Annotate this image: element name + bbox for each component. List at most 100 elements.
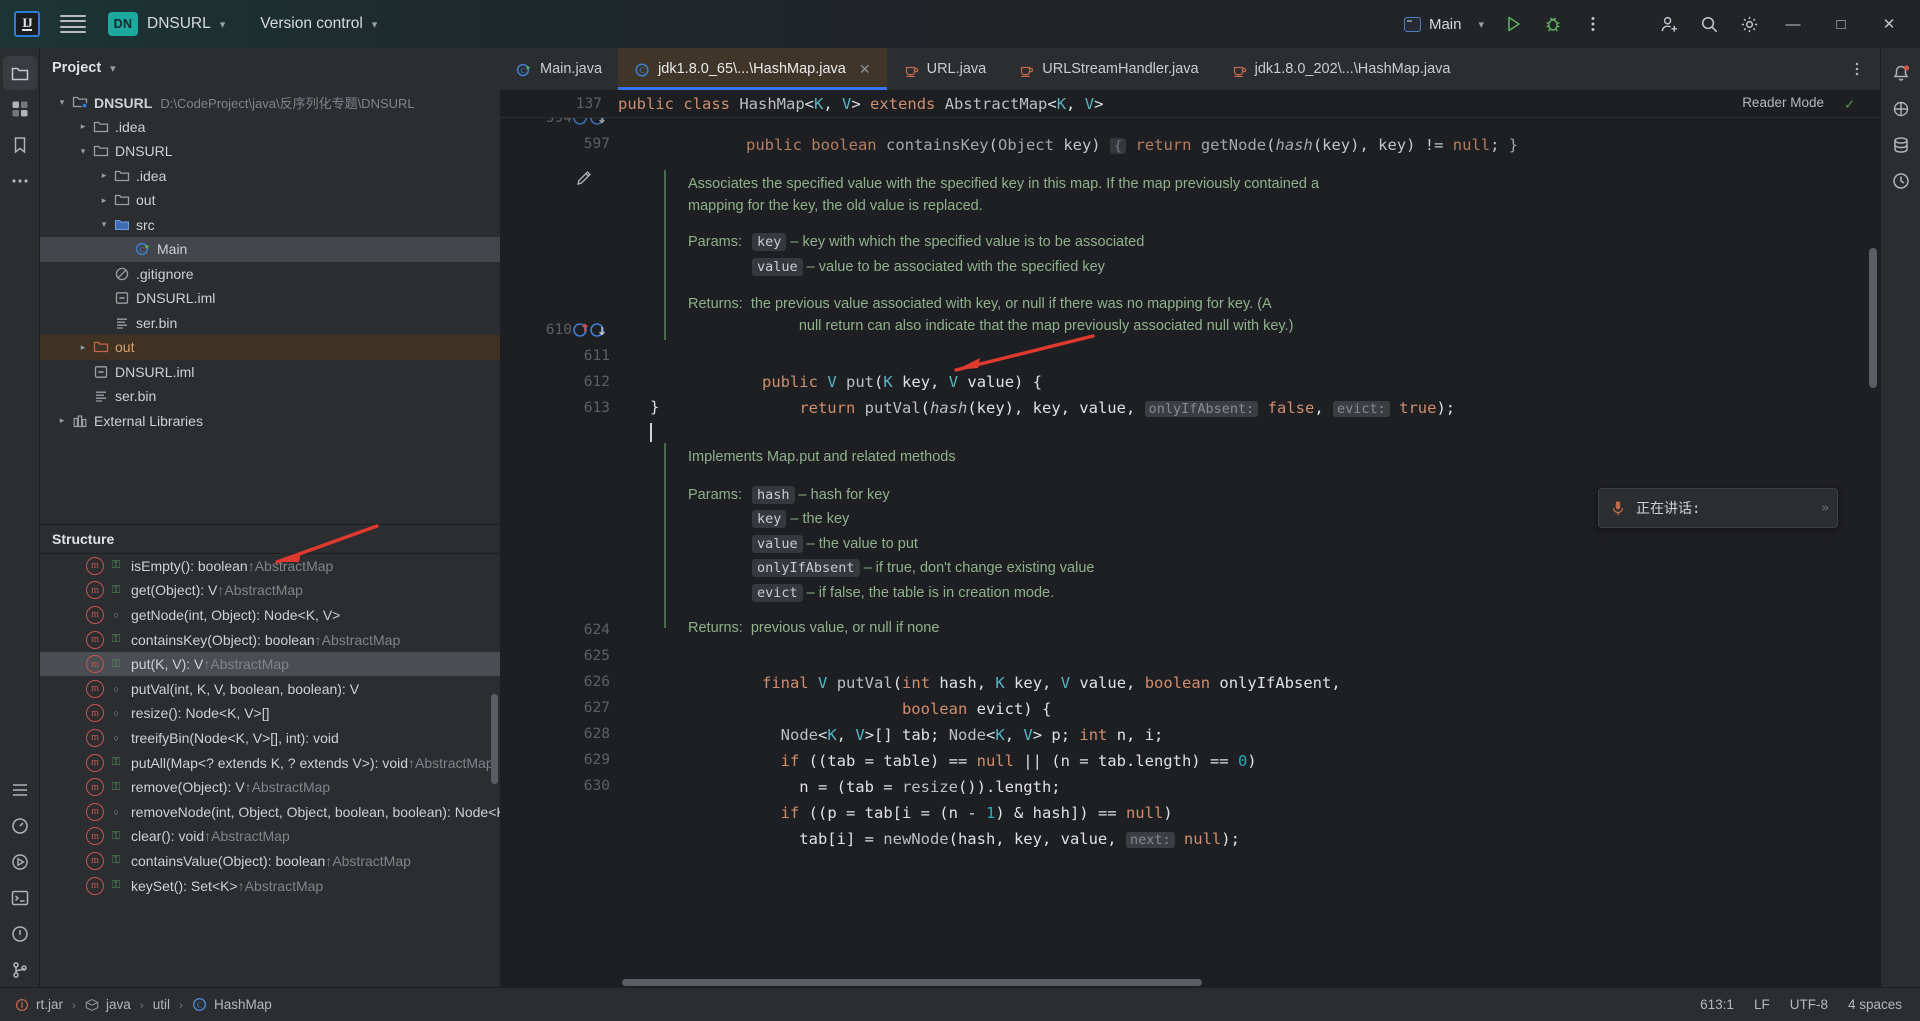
breadcrumb-hashmap[interactable]: C HashMap <box>187 995 277 1014</box>
structure-item[interactable]: m ⚿ keySet(): Set<K> ↑AbstractMap <box>40 873 500 898</box>
breadcrumb-util[interactable]: util <box>148 995 175 1014</box>
history-icon[interactable] <box>1884 164 1918 198</box>
structure-list[interactable]: m ⚿ isEmpty(): boolean ↑AbstractMap m ⚿ get(O… <box>40 554 500 988</box>
project-tree-item-ser-bin[interactable]: ser.bin <box>40 384 500 409</box>
override-implement-gutter-icons[interactable] <box>572 118 612 130</box>
structure-item[interactable]: m ○ putVal(int, K, V, boolean, boolean): V <box>40 676 500 701</box>
more-tools-icon[interactable] <box>3 164 37 198</box>
structure-scrollbar[interactable] <box>491 693 498 784</box>
chevron-right-icon[interactable]: ▸ <box>54 415 70 426</box>
gutter-line-number-627[interactable]: 627 <box>500 695 618 722</box>
project-tree-item--idea[interactable]: ▸ .idea <box>40 164 500 189</box>
project-tree-item-out[interactable]: ▸ out <box>40 188 500 213</box>
code-content[interactable]: public boolean containsKey(Object key) {… <box>618 118 1864 977</box>
structure-item[interactable]: m ○ removeNode(int, Object, Object, boolea… <box>40 799 500 824</box>
debug-button[interactable] <box>1534 5 1572 43</box>
chevron-right-icon[interactable]: ▸ <box>75 121 91 132</box>
chevron-right-icon[interactable]: ▸ <box>96 195 112 206</box>
override-implement-gutter-icons[interactable] <box>572 321 612 342</box>
gutter-line-number-625[interactable]: 625 <box>500 643 618 670</box>
gutter-line-number-612[interactable]: 612 <box>500 369 618 396</box>
profiler-tool-icon[interactable] <box>3 809 37 843</box>
structure-item[interactable]: m ⚿ isEmpty(): boolean ↑AbstractMap <box>40 554 500 579</box>
gutter-line-number-629[interactable]: 629 <box>500 747 618 774</box>
editor-tabs[interactable]: C Main.java Cjdk1.8.0_65\...\HashMap.java ✕… <box>500 48 1880 90</box>
line-separator-label[interactable]: LF <box>1754 997 1770 1012</box>
project-panel-header[interactable]: Project ▾ <box>40 48 500 88</box>
maximize-window-button[interactable]: □ <box>1818 0 1864 48</box>
structure-item[interactable]: m ⚿ put(K, V): V ↑AbstractMap <box>40 651 500 677</box>
project-tree-item-dnsurl-iml[interactable]: DNSURL.iml <box>40 286 500 311</box>
chevron-down-icon[interactable]: ▾ <box>75 146 91 157</box>
run-button[interactable] <box>1494 5 1532 43</box>
project-selector[interactable]: DN DNSURL ▾ <box>86 12 225 36</box>
close-window-button[interactable]: ✕ <box>1866 0 1912 48</box>
add-account-icon[interactable] <box>1650 5 1688 43</box>
gutter-line-number-628[interactable]: 628 <box>500 721 618 748</box>
chevron-right-icon[interactable]: ▸ <box>75 342 91 353</box>
chevron-right-icon[interactable]: ▸ <box>96 170 112 181</box>
editor-vertical-scrollbar[interactable] <box>1869 248 1877 388</box>
structure-tool-icon[interactable] <box>3 773 37 807</box>
structure-item[interactable]: m ⚿ containsValue(Object): boolean ↑Abstra… <box>40 849 500 874</box>
gutter-line-number-613[interactable]: 613 <box>500 395 618 422</box>
indent-label[interactable]: 4 spaces <box>1848 997 1902 1012</box>
tab-options-icon[interactable] <box>1842 54 1872 84</box>
run-configuration-selector[interactable]: Main ▾ <box>1396 12 1492 37</box>
run-tool-icon[interactable] <box>3 845 37 879</box>
editor-tab-jdk1-8-0-65-----hashmap-java[interactable]: Cjdk1.8.0_65\...\HashMap.java ✕ <box>618 48 887 90</box>
project-tool-icon[interactable] <box>2 56 37 90</box>
gutter-line-number-611[interactable]: 611 <box>500 343 618 370</box>
chevron-down-icon[interactable]: ▾ <box>96 219 112 230</box>
main-menu-icon[interactable] <box>60 13 86 35</box>
minimize-window-button[interactable]: — <box>1770 0 1816 48</box>
editor-horizontal-scrollbar[interactable] <box>622 979 1202 986</box>
reader-mode-label[interactable]: Reader Mode <box>1742 95 1824 110</box>
structure-item[interactable]: m ⚿ get(Object): V ↑AbstractMap <box>40 578 500 603</box>
structure-item[interactable]: m ○ resize(): Node<K, V>[] <box>40 701 500 726</box>
editor-tab-jdk1-8-0-202-----hashmap-java[interactable]: jdk1.8.0_202\...\HashMap.java <box>1215 48 1467 90</box>
project-tree-item-dnsurl-iml[interactable]: DNSURL.iml <box>40 360 500 385</box>
commit-tool-icon[interactable] <box>3 92 37 126</box>
editor-tab-urlstreamhandler-java[interactable]: URLStreamHandler.java <box>1002 48 1214 90</box>
editor-tab-url-java[interactable]: URL.java <box>887 48 1003 90</box>
structure-item[interactable]: m ○ treeifyBin(Node<K, V>[], int): void <box>40 726 500 751</box>
structure-item[interactable]: m ⚿ clear(): void ↑AbstractMap <box>40 824 500 849</box>
version-control-selector[interactable]: Version control ▾ <box>251 15 377 33</box>
project-tree-item-dnsurl[interactable]: ▾ DNSURL <box>40 139 500 164</box>
git-tool-icon[interactable] <box>3 953 37 987</box>
database-icon[interactable] <box>1884 128 1918 162</box>
close-icon[interactable]: ✕ <box>859 61 871 78</box>
project-tree-item-ser-bin[interactable]: ser.bin <box>40 311 500 336</box>
structure-item[interactable]: m ⚿ putAll(Map<? extends K, ? extends V>):… <box>40 750 500 775</box>
problems-tool-icon[interactable] <box>3 917 37 951</box>
project-tree-item-src[interactable]: ▾ src <box>40 213 500 238</box>
chevron-down-icon[interactable]: ▾ <box>110 62 116 75</box>
gutter-line-number-597[interactable]: 597 <box>500 131 618 158</box>
breadcrumb-java[interactable]: java <box>80 995 136 1014</box>
editor-gutter[interactable]: 594 597 610 611 612 613 624 625 626 627 628 629 630 <box>500 118 618 977</box>
breadcrumb-rt-jar[interactable]: rt.jar <box>10 995 68 1014</box>
structure-item[interactable]: m ○ getNode(int, Object): Node<K, V> <box>40 603 500 628</box>
project-tree-item--gitignore[interactable]: .gitignore <box>40 262 500 287</box>
editor-tab-main-java[interactable]: C Main.java <box>500 48 618 90</box>
gear-icon[interactable] <box>1730 5 1768 43</box>
search-icon[interactable] <box>1690 5 1728 43</box>
gutter-line-number-626[interactable]: 626 <box>500 669 618 696</box>
caret-position-label[interactable]: 613:1 <box>1700 997 1734 1012</box>
bookmarks-tool-icon[interactable] <box>3 128 37 162</box>
speech-recognition-widget[interactable]: 正在讲话: » <box>1598 488 1838 528</box>
structure-item[interactable]: m ⚿ containsKey(Object): boolean ↑Abstract… <box>40 627 500 652</box>
editor-horizontal-scrollbar-track[interactable] <box>500 977 1880 987</box>
code-editor[interactable]: 594 597 610 611 612 613 624 625 626 627 628 629 630 … <box>500 118 1880 977</box>
pencil-icon[interactable] <box>574 168 594 191</box>
project-tree-item-external-libraries[interactable]: ▸ External Libraries <box>40 409 500 434</box>
error-stripe[interactable] <box>1864 118 1880 977</box>
gutter-line-number-624[interactable]: 624 <box>500 617 618 644</box>
ai-assistant-icon[interactable] <box>1884 92 1918 126</box>
gutter-line-number-630[interactable]: 630 <box>500 773 618 800</box>
more-actions-button[interactable] <box>1574 5 1612 43</box>
encoding-label[interactable]: UTF-8 <box>1790 997 1828 1012</box>
project-tree-item-dnsurl[interactable]: ▾ DNSURL D:\CodeProject\java\反序列化专题\DNSURL <box>40 90 500 115</box>
project-tree-item-out[interactable]: ▸ out <box>40 335 500 360</box>
